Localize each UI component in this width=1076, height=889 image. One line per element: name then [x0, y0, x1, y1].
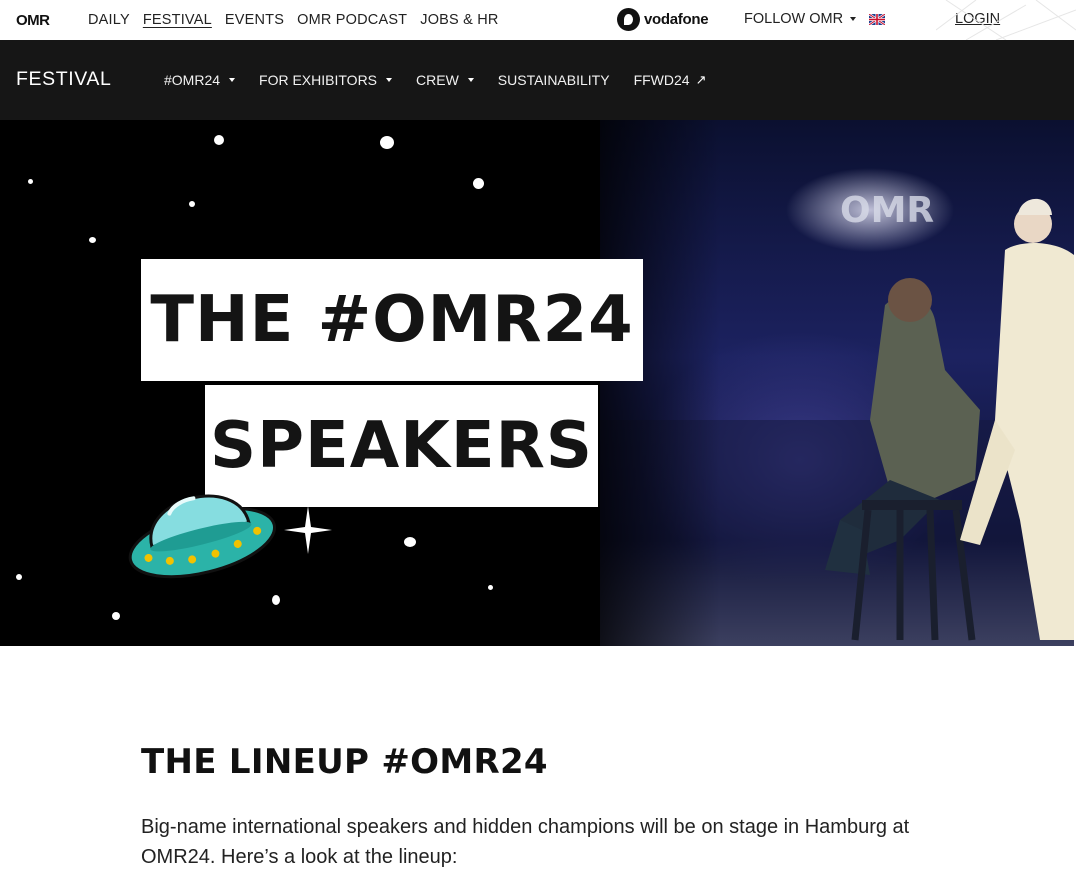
subnav-sustainability-label: SUSTAINABILITY — [497, 72, 610, 88]
subnav-for-exhibitors-label: FOR EXHIBITORS — [259, 72, 378, 88]
subnav-crew-label: CREW — [416, 72, 459, 88]
decorative-lines — [936, 0, 1076, 40]
caret-down-icon — [386, 78, 393, 82]
festival-nav-bar: FESTIVAL #OMR24 FOR EXHIBITORS CREW SUST… — [0, 40, 1074, 120]
vodafone-wordmark: vodafone — [644, 11, 709, 28]
external-arrow-icon: ↗ — [695, 72, 707, 87]
star-dot — [404, 537, 416, 547]
uk-flag-icon[interactable] — [869, 14, 885, 25]
vodafone-icon — [617, 8, 640, 31]
star-dot — [380, 136, 394, 149]
vodafone-sponsor-logo[interactable]: vodafone — [617, 8, 709, 31]
star-dot — [272, 595, 280, 605]
nav-events[interactable]: EVENTS — [225, 12, 284, 28]
headline-line1: THE #OMR24 — [150, 283, 634, 357]
star-dot — [214, 135, 224, 145]
star-dot — [16, 574, 22, 580]
star-dot — [112, 612, 120, 620]
sparkle-icon — [284, 506, 332, 554]
svg-text:OMR: OMR — [840, 190, 934, 231]
hero-fade-overlay — [560, 120, 720, 646]
star-dot — [488, 585, 493, 590]
nav-jobs-hr[interactable]: JOBS & HR — [420, 12, 498, 28]
top-bar: OMR DAILY FESTIVAL EVENTS OMR PODCAST JO… — [0, 0, 1076, 40]
festival-subnav: #OMR24 FOR EXHIBITORS CREW SUSTAINABILIT… — [164, 40, 706, 120]
hero-banner: OMR THE #OMR24 SPEAKERS — [0, 120, 1074, 646]
star-dot — [473, 178, 484, 189]
subnav-omr24[interactable]: #OMR24 — [164, 72, 236, 88]
subnav-for-exhibitors[interactable]: FOR EXHIBITORS — [259, 72, 393, 88]
follow-omr-label: FOLLOW OMR — [744, 11, 844, 27]
subnav-crew[interactable]: CREW — [416, 72, 474, 88]
omr-logo[interactable]: OMR — [16, 12, 50, 29]
subnav-omr24-label: #OMR24 — [164, 72, 221, 88]
star-dot — [189, 201, 195, 207]
star-dot — [89, 237, 96, 243]
nav-omr-podcast[interactable]: OMR PODCAST — [297, 12, 407, 28]
lineup-title: THE LINEUP #OMR24 — [141, 742, 548, 782]
follow-omr-dropdown[interactable]: FOLLOW OMR — [744, 11, 857, 27]
festival-title[interactable]: FESTIVAL — [16, 68, 111, 91]
headline-line1-box: THE #OMR24 — [141, 259, 643, 381]
caret-down-icon — [467, 78, 474, 82]
subnav-ffwd24-label: FFWD24 — [633, 72, 690, 88]
nav-daily[interactable]: DAILY — [88, 12, 130, 28]
main-nav: DAILY FESTIVAL EVENTS OMR PODCAST JOBS &… — [88, 0, 499, 40]
ufo-icon — [128, 494, 277, 579]
nav-festival[interactable]: FESTIVAL — [143, 12, 212, 28]
star-dot — [28, 179, 33, 184]
caret-down-icon — [850, 17, 857, 21]
subnav-sustainability[interactable]: SUSTAINABILITY — [498, 72, 610, 88]
lineup-intro-text: Big-name international speakers and hidd… — [141, 816, 910, 868]
subnav-ffwd24[interactable]: FFWD24 ↗ — [634, 72, 707, 88]
caret-down-icon — [229, 78, 236, 82]
